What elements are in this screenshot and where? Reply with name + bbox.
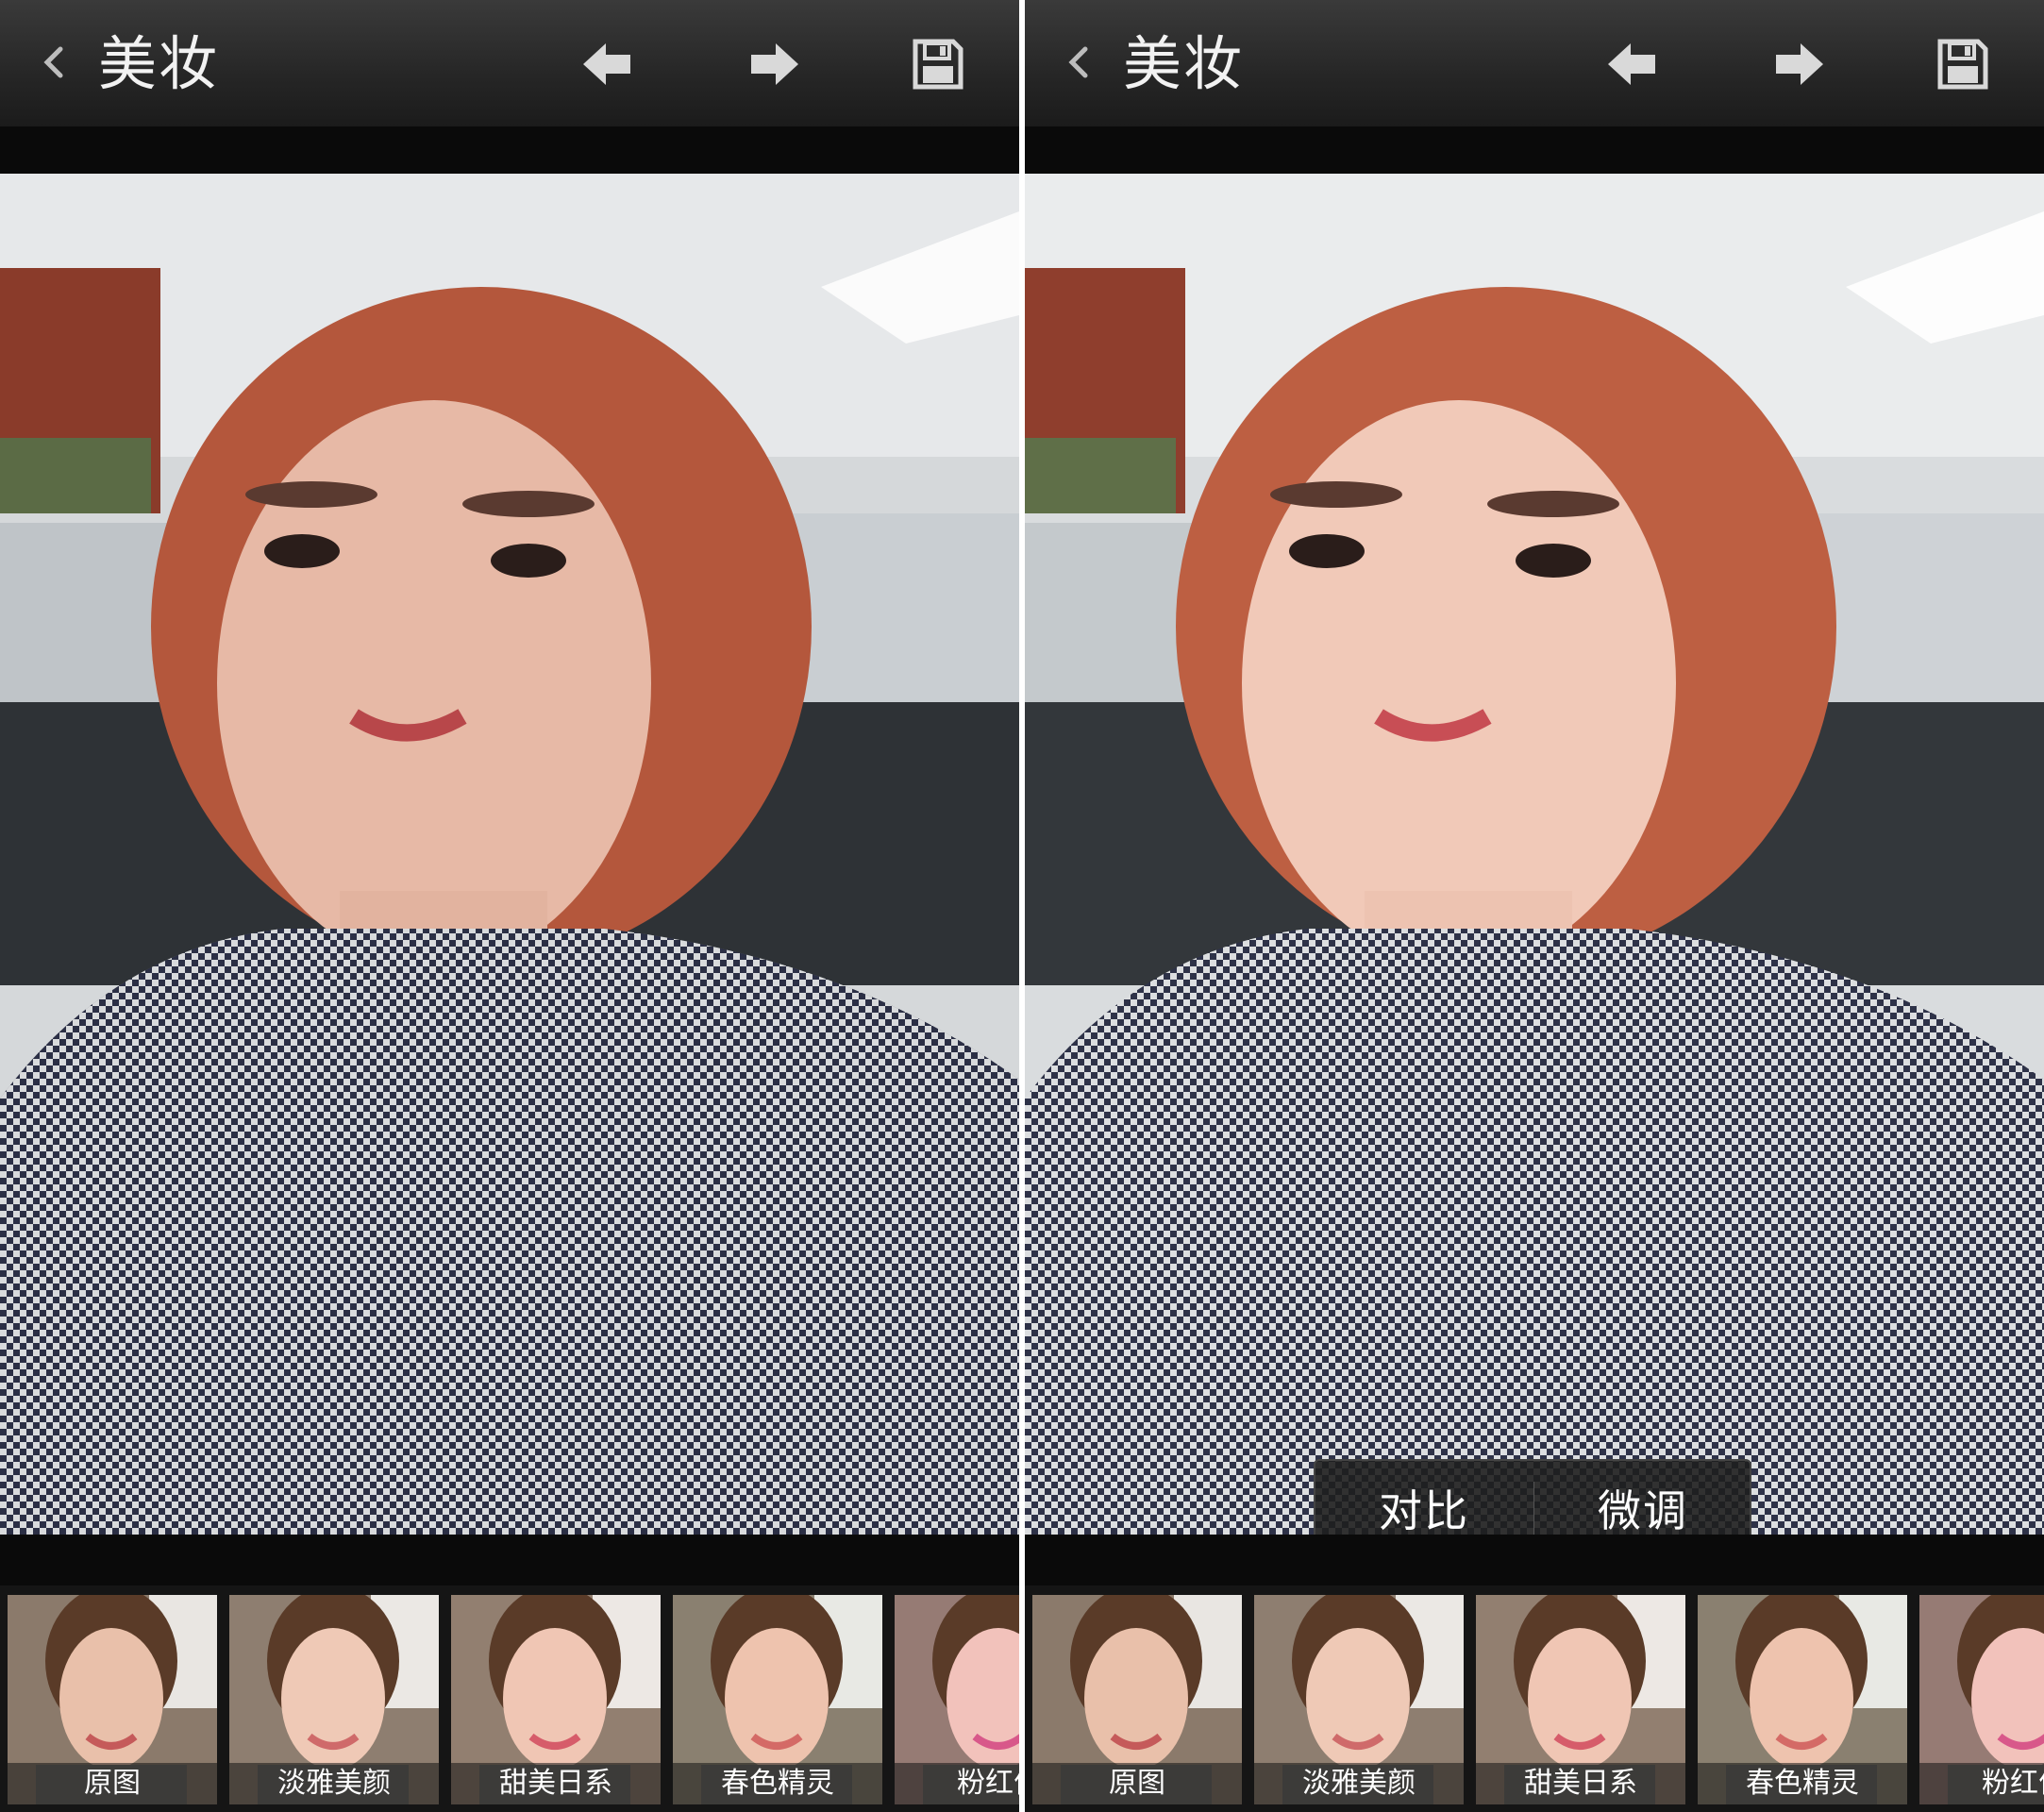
filter-original[interactable]: 原图 <box>8 1595 217 1804</box>
arrow-right-icon <box>751 43 798 85</box>
page-title: 美妆 <box>1123 29 1245 98</box>
arrow-right-icon <box>1776 43 1823 85</box>
arrow-left-icon <box>1608 43 1655 85</box>
filter-label: 淡雅美颜 <box>229 1763 439 1804</box>
portrait-photo <box>0 174 1019 1535</box>
edit-photo[interactable] <box>0 174 1019 1535</box>
filter-label: 粉红佳 <box>895 1763 1019 1804</box>
portrait-photo <box>1025 174 2044 1535</box>
filter-label: 春色精灵 <box>1698 1763 1907 1804</box>
save-button[interactable] <box>908 34 968 94</box>
screen-after: 美妆 对比 微调 原图 淡雅美颜 甜美日系 春色精灵 粉红 <box>1025 0 2044 1812</box>
top-app-bar: 美妆 <box>0 0 1019 127</box>
filter-strip: 原图 淡雅美颜 甜美日系 春色精灵 粉红 <box>1025 1586 2044 1812</box>
filter-label: 春色精灵 <box>673 1763 882 1804</box>
redo-button[interactable] <box>1768 34 1829 94</box>
filter-original[interactable]: 原图 <box>1032 1595 1242 1804</box>
undo-button[interactable] <box>1602 34 1663 94</box>
filter-label: 原图 <box>8 1763 217 1804</box>
back-button[interactable] <box>34 42 75 83</box>
undo-button[interactable] <box>578 34 638 94</box>
top-app-bar: 美妆 <box>1025 0 2044 127</box>
filter-label: 甜美日系 <box>1476 1763 1685 1804</box>
save-button[interactable] <box>1933 34 1993 94</box>
filter-label: 淡雅美颜 <box>1254 1763 1464 1804</box>
chevron-left-icon <box>1068 46 1088 78</box>
filter-spring-elf[interactable]: 春色精灵 <box>673 1595 882 1804</box>
comparison-canvas: 美妆 原图 淡雅美颜 甜美日系 春色精灵 粉红 美妆 对比 微调 原图 淡雅美颜… <box>0 0 2044 1812</box>
floppy-disk-icon <box>913 39 963 90</box>
back-button[interactable] <box>1059 42 1100 83</box>
filter-label: 甜美日系 <box>451 1763 661 1804</box>
page-title: 美妆 <box>98 29 220 98</box>
screen-before: 美妆 原图 淡雅美颜 甜美日系 春色精灵 粉红 <box>0 0 1019 1812</box>
filter-strip: 原图 淡雅美颜 甜美日系 春色精灵 粉红 <box>0 1586 1019 1812</box>
floppy-disk-icon <box>1937 39 1988 90</box>
filter-sweet-japanese[interactable]: 甜美日系 <box>451 1595 661 1804</box>
filter-label: 原图 <box>1032 1763 1242 1804</box>
filter-elegant[interactable]: 淡雅美颜 <box>1254 1595 1464 1804</box>
edit-photo[interactable] <box>1025 174 2044 1535</box>
filter-pink[interactable]: 粉红佳 <box>1919 1595 2044 1804</box>
filter-sweet-japanese[interactable]: 甜美日系 <box>1476 1595 1685 1804</box>
redo-button[interactable] <box>744 34 804 94</box>
arrow-left-icon <box>583 43 630 85</box>
filter-elegant[interactable]: 淡雅美颜 <box>229 1595 439 1804</box>
filter-label: 粉红佳 <box>1919 1763 2044 1804</box>
chevron-left-icon <box>43 46 63 78</box>
filter-pink[interactable]: 粉红佳 <box>895 1595 1019 1804</box>
filter-spring-elf[interactable]: 春色精灵 <box>1698 1595 1907 1804</box>
